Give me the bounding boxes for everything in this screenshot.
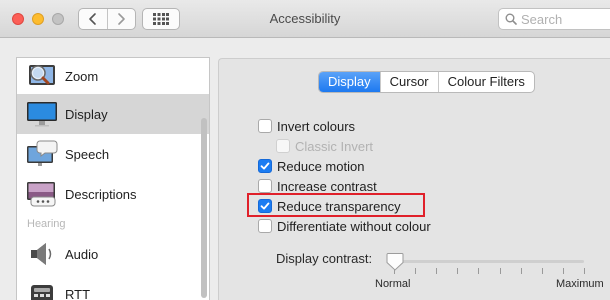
classic-invert-option: Classic Invert [276,137,373,155]
slider-tick [436,268,438,274]
slider-ticks [394,268,585,274]
slider-tick [478,268,480,274]
sidebar-section-header: Hearing [27,218,66,230]
highlight-box [247,193,425,217]
slider-max-label: Maximum [556,278,604,290]
sidebar-item-rtt[interactable]: RTT [17,274,209,300]
search-field[interactable] [498,8,610,30]
option-label: Reduce motion [277,158,365,174]
sidebar-scrollbar[interactable] [201,118,207,298]
display-contrast-slider-knob[interactable] [386,252,404,272]
checkmark-icon [260,162,270,170]
tab-colour-filters[interactable]: Colour Filters [437,72,534,92]
sidebar-item-label: Zoom [65,68,99,84]
differentiate-without-colour-checkbox[interactable] [258,219,272,233]
sidebar-item-speech[interactable]: Speech [17,134,209,174]
display-contrast-label: Display contrast: [276,251,373,266]
sidebar-item-label: Display [65,106,108,122]
classic-invert-checkbox [276,139,290,153]
invert-colours-option[interactable]: Invert colours [258,117,355,135]
search-icon [505,13,517,25]
increase-contrast-checkbox[interactable] [258,179,272,193]
option-label: Classic Invert [295,138,374,154]
reduce-motion-option[interactable]: Reduce motion [258,157,364,175]
slider-tick [562,268,564,274]
sidebar-item-zoom[interactable]: Zoom [17,58,209,94]
sidebar-item-label: RTT [65,286,91,300]
option-label: Differentiate without colour [277,218,431,234]
slider-tick [584,268,585,274]
reduce-motion-checkbox[interactable] [258,159,272,173]
audio-icon [25,237,59,271]
slider-tick [520,268,522,274]
option-label: Increase contrast [277,178,377,194]
descriptions-icon [25,177,59,211]
slider-min-label: Normal [375,278,411,290]
slider-tick [541,268,543,274]
slider-tick [457,268,459,274]
option-label: Invert colours [277,118,356,134]
sidebar-item-label: Descriptions [65,186,137,202]
slider-tick [499,268,501,274]
sidebar-item-audio[interactable]: Audio [17,234,209,274]
title-bar: Accessibility [0,0,610,38]
sidebar-item-label: Speech [65,146,110,162]
sidebar-item-descriptions[interactable]: Descriptions [17,174,209,214]
slider-tick [415,268,417,274]
tab-cursor[interactable]: Cursor [379,72,438,92]
differentiate-without-colour-option[interactable]: Differentiate without colour [258,217,431,235]
speech-icon [25,137,59,171]
rtt-icon [25,277,59,300]
sidebar-item-label: Audio [65,246,99,262]
sidebar-item-display[interactable]: Display [17,94,209,134]
tab-bar: Display Cursor Colour Filters [318,71,535,93]
sidebar: Zoom Display Speech Descriptions Hearing… [16,57,210,300]
zoom-icon [25,59,59,93]
display-icon [25,97,59,131]
tab-display[interactable]: Display [319,72,380,92]
invert-colours-checkbox[interactable] [258,119,272,133]
search-input[interactable] [521,11,601,27]
display-contrast-slider-track[interactable] [394,260,584,263]
